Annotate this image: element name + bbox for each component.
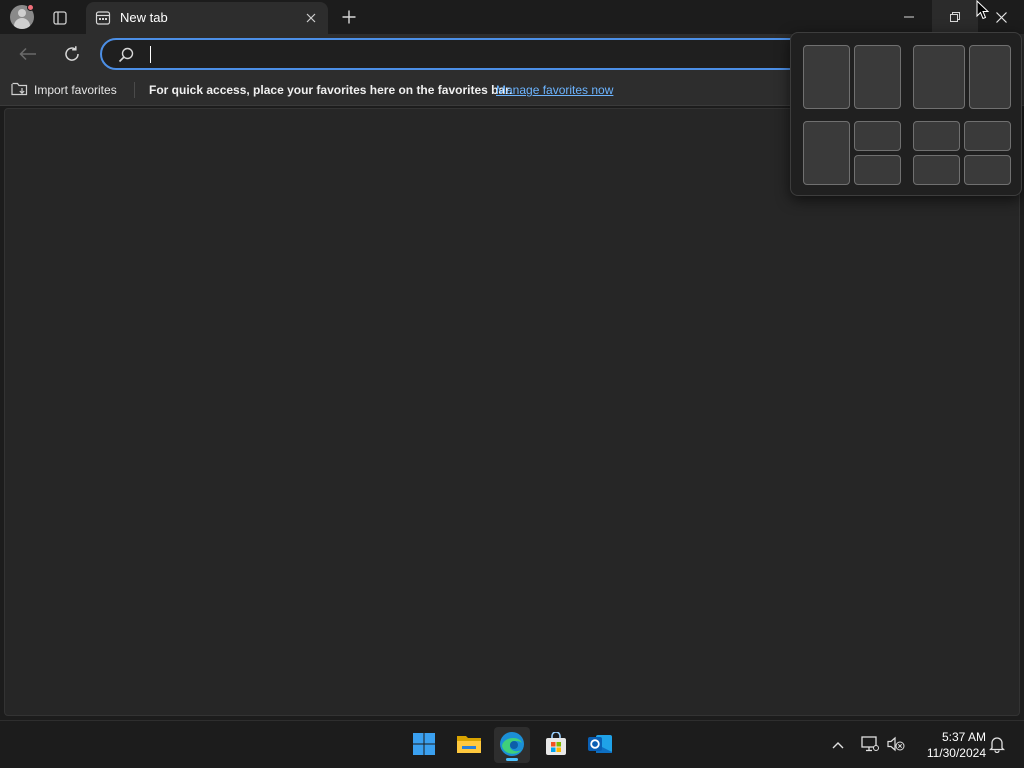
windows-logo-icon	[412, 732, 436, 759]
network-icon	[861, 735, 879, 755]
chevron-up-icon	[832, 738, 844, 752]
snap-zone[interactable]	[854, 155, 901, 185]
volume-button[interactable]	[884, 733, 908, 757]
system-clock[interactable]: 5:37 AM 11/30/2024	[914, 729, 986, 761]
outlook-logo-icon	[587, 732, 613, 759]
network-status-button[interactable]	[858, 733, 882, 757]
back-button[interactable]	[14, 40, 42, 68]
folder-icon	[456, 733, 482, 758]
mouse-pointer-icon	[976, 0, 990, 23]
clock-time: 5:37 AM	[941, 730, 986, 744]
snap-zone[interactable]	[969, 45, 1011, 109]
snap-zone[interactable]	[913, 121, 960, 151]
edge-taskbar-button[interactable]	[494, 727, 530, 763]
new-tab-page-icon	[95, 10, 111, 26]
minimize-button[interactable]	[886, 0, 932, 34]
search-icon	[118, 47, 134, 66]
import-folder-icon	[11, 81, 28, 99]
tab-title: New tab	[120, 10, 168, 25]
profile-notification-dot	[27, 4, 34, 11]
taskbar: 5:37 AM 11/30/2024	[0, 720, 1024, 768]
active-app-indicator	[506, 758, 518, 761]
address-input[interactable]	[146, 44, 786, 64]
refresh-button[interactable]	[58, 40, 86, 68]
import-favorites-label: Import favorites	[34, 83, 117, 97]
snap-zone[interactable]	[913, 155, 960, 185]
new-tab-button[interactable]	[337, 5, 361, 29]
snap-zone[interactable]	[803, 45, 850, 109]
restore-button[interactable]	[932, 0, 978, 34]
tab-actions-menu-icon[interactable]	[49, 7, 71, 29]
close-tab-icon[interactable]	[303, 10, 319, 26]
favorites-divider	[134, 82, 135, 98]
outlook-button[interactable]	[582, 727, 618, 763]
snap-zone[interactable]	[964, 155, 1011, 185]
volume-muted-icon	[887, 736, 905, 755]
snap-layouts-flyout	[790, 32, 1022, 196]
snap-zone[interactable]	[803, 121, 850, 185]
notifications-button[interactable]	[985, 733, 1009, 757]
title-bar: New tab	[0, 0, 1024, 34]
import-favorites-button[interactable]: Import favorites	[11, 81, 117, 99]
tab-new-tab[interactable]: New tab	[86, 2, 328, 34]
text-cursor	[150, 46, 151, 63]
edge-logo-icon	[499, 731, 525, 760]
file-explorer-button[interactable]	[451, 727, 487, 763]
address-bar[interactable]	[100, 38, 820, 70]
microsoft-store-button[interactable]	[538, 727, 574, 763]
page-content	[4, 108, 1020, 716]
snap-zone[interactable]	[854, 45, 901, 109]
clock-date: 11/30/2024	[926, 746, 986, 760]
bell-icon	[988, 735, 1006, 756]
favorites-message: For quick access, place your favorites h…	[149, 83, 513, 97]
store-bag-icon	[544, 730, 568, 759]
manage-favorites-link[interactable]: Manage favorites now	[496, 83, 613, 97]
start-button[interactable]	[406, 727, 442, 763]
snap-zone[interactable]	[964, 121, 1011, 151]
snap-zone[interactable]	[854, 121, 901, 151]
snap-zone[interactable]	[913, 45, 965, 109]
show-hidden-icons-button[interactable]	[826, 733, 850, 757]
